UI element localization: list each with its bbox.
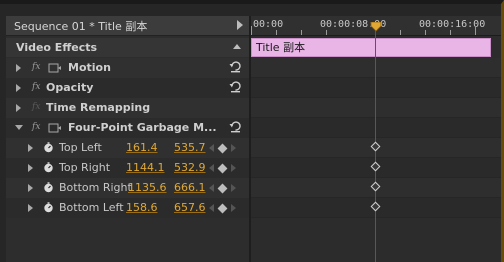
add-keyframe-icon[interactable] bbox=[217, 143, 228, 153]
stopwatch-icon[interactable] bbox=[43, 162, 54, 173]
ruler-tick bbox=[400, 30, 401, 35]
stopwatch-icon[interactable] bbox=[43, 142, 54, 153]
y-value[interactable]: 535.7 bbox=[174, 141, 206, 154]
param-name: Bottom Right bbox=[59, 181, 132, 194]
collapse-arrow-icon[interactable] bbox=[15, 125, 23, 130]
expand-arrow-icon[interactable] bbox=[28, 204, 33, 212]
param-row-top-left[interactable]: Top Left 161.4 535.7 bbox=[6, 138, 249, 158]
clip-bar[interactable]: Title 副本 bbox=[251, 38, 491, 57]
x-value[interactable]: 161.4 bbox=[126, 141, 158, 154]
param-name: Top Left bbox=[59, 141, 102, 154]
playhead-icon[interactable] bbox=[370, 22, 382, 32]
stopwatch-icon[interactable] bbox=[43, 182, 54, 193]
timeline-lane bbox=[251, 98, 501, 118]
next-keyframe-icon[interactable] bbox=[231, 204, 236, 212]
timecode-label: 00:00 bbox=[253, 19, 284, 30]
fx-icon[interactable]: fx bbox=[32, 122, 40, 132]
param-name: Top Right bbox=[59, 161, 111, 174]
ruler-tick bbox=[475, 26, 476, 35]
keyframe-nav bbox=[209, 183, 236, 193]
y-value[interactable]: 666.1 bbox=[174, 181, 206, 194]
timeline-lane bbox=[251, 58, 501, 78]
next-keyframe-icon[interactable] bbox=[231, 184, 236, 192]
prev-keyframe-icon[interactable] bbox=[209, 184, 214, 192]
ruler-tick bbox=[326, 30, 327, 35]
fx-icon: fx bbox=[32, 102, 41, 112]
chevron-right-icon[interactable] bbox=[237, 20, 243, 30]
add-keyframe-icon[interactable] bbox=[217, 163, 228, 173]
reset-icon[interactable] bbox=[229, 81, 242, 93]
effect-name: Opacity bbox=[46, 81, 94, 94]
section-label: Video Effects bbox=[16, 41, 98, 54]
expand-arrow-icon[interactable] bbox=[28, 184, 33, 192]
keyframe-nav bbox=[209, 203, 236, 213]
prev-keyframe-icon[interactable] bbox=[209, 204, 214, 212]
keyframe-nav bbox=[209, 163, 236, 173]
effect-row-garbage-matte[interactable]: fx Four-Point Garbage M... bbox=[6, 118, 249, 138]
next-keyframe-icon[interactable] bbox=[231, 144, 236, 152]
effect-name: Four-Point Garbage M... bbox=[68, 121, 217, 134]
param-row-bottom-left[interactable]: Bottom Left 158.6 657.6 bbox=[6, 198, 249, 218]
ruler-tick bbox=[301, 30, 302, 35]
expand-arrow-icon[interactable] bbox=[16, 104, 21, 112]
prev-keyframe-icon[interactable] bbox=[209, 144, 214, 152]
prev-keyframe-icon[interactable] bbox=[209, 164, 214, 172]
fx-icon[interactable]: fx bbox=[32, 82, 40, 92]
param-row-bottom-right[interactable]: Bottom Right 1135.6 666.1 bbox=[6, 178, 249, 198]
sequence-title: Sequence 01 * Title 副本 bbox=[14, 19, 148, 33]
x-value[interactable]: 1135.6 bbox=[128, 181, 167, 194]
effect-row-time-remapping[interactable]: fx Time Remapping bbox=[6, 98, 249, 118]
next-keyframe-icon[interactable] bbox=[231, 164, 236, 172]
ruler-tick bbox=[276, 30, 277, 35]
sequence-header[interactable]: Sequence 01 * Title 副本 bbox=[6, 16, 249, 36]
x-value[interactable]: 1144.1 bbox=[126, 161, 165, 174]
timeline-lane bbox=[251, 78, 501, 98]
reset-icon[interactable] bbox=[229, 61, 242, 73]
ruler-tick bbox=[425, 30, 426, 35]
keyframe-nav bbox=[209, 143, 236, 153]
stopwatch-icon[interactable] bbox=[43, 202, 54, 213]
effect-row-motion[interactable]: fx Motion bbox=[6, 58, 249, 78]
expand-arrow-icon[interactable] bbox=[28, 164, 33, 172]
transform-box-icon[interactable] bbox=[48, 123, 61, 133]
transform-box-icon[interactable] bbox=[48, 63, 61, 73]
ruler-tick bbox=[251, 26, 252, 35]
x-value[interactable]: 158.6 bbox=[126, 201, 158, 214]
y-value[interactable]: 657.6 bbox=[174, 201, 206, 214]
add-keyframe-icon[interactable] bbox=[217, 183, 228, 193]
fx-icon[interactable]: fx bbox=[32, 62, 40, 72]
video-effects-header[interactable]: Video Effects bbox=[6, 38, 249, 57]
y-value[interactable]: 532.9 bbox=[174, 161, 206, 174]
timeline-lane bbox=[251, 118, 501, 138]
add-keyframe-icon[interactable] bbox=[217, 203, 228, 213]
expand-arrow-icon[interactable] bbox=[16, 84, 21, 92]
effect-name: Motion bbox=[68, 61, 111, 74]
param-row-top-right[interactable]: Top Right 1144.1 532.9 bbox=[6, 158, 249, 178]
expand-arrow-icon[interactable] bbox=[28, 144, 33, 152]
ruler-tick bbox=[450, 30, 451, 35]
reset-icon[interactable] bbox=[229, 121, 242, 133]
param-name: Bottom Left bbox=[59, 201, 124, 214]
chevron-up-icon[interactable] bbox=[233, 44, 241, 49]
effect-name: Time Remapping bbox=[46, 101, 151, 114]
effect-row-opacity[interactable]: fx Opacity bbox=[6, 78, 249, 98]
expand-arrow-icon[interactable] bbox=[16, 64, 21, 72]
